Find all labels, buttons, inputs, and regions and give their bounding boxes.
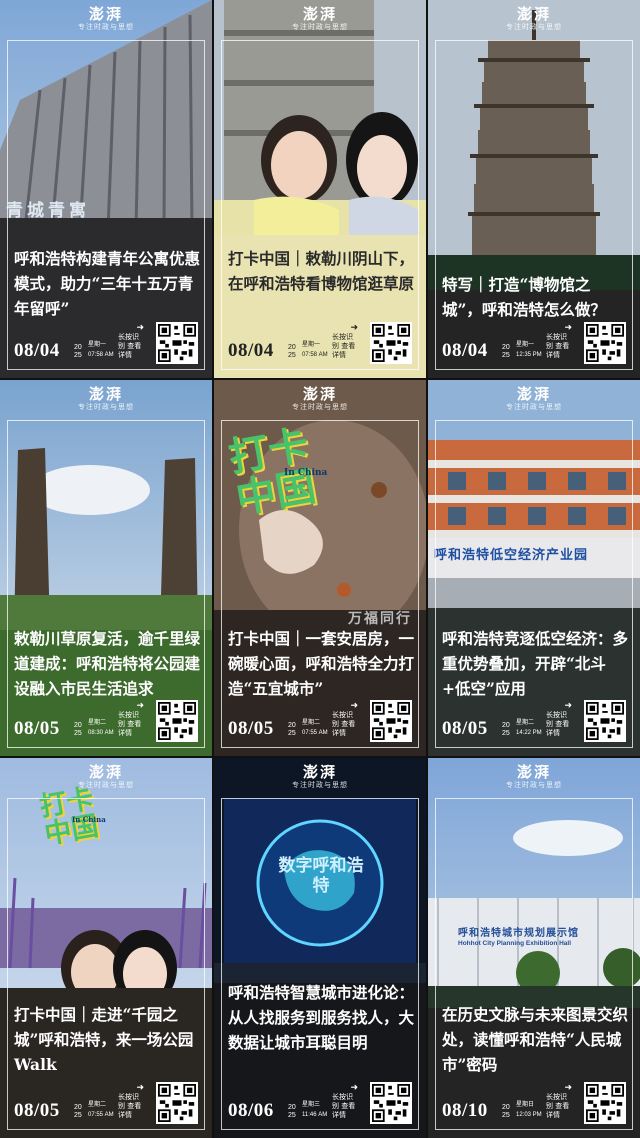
card-footer: 08/10 20 25 星期日 12:03 PM ➜ 长按识别 查看详情 (440, 1078, 628, 1128)
card-footer: 08/04 20 25 星期一 12:35 PM ➜ 长按识别 查看详情 (440, 318, 628, 368)
qr-code-icon[interactable] (156, 700, 198, 742)
publish-weekday-time: 星期一 07:58 AM (88, 342, 114, 358)
thepaper-logo: 澎湃 专注时政与思想 (78, 385, 134, 411)
publish-year: 20 25 (74, 344, 82, 359)
publish-date: 08/05 (442, 718, 488, 739)
article-headline[interactable]: 打卡中国｜敕勒川阴山下，在呼和浩特看博物馆逛草原 (228, 246, 416, 296)
card-footer: 08/05 20 25 星期二 07:55 AM ➜ 长按识别 查看详情 (12, 1078, 200, 1128)
qr-code-icon[interactable] (370, 322, 412, 364)
thepaper-logo: 澎湃 专注时政与思想 (506, 5, 562, 31)
publish-weekday-time: 星期一 07:58 AM (302, 342, 328, 358)
article-card[interactable]: 呼和浩特城市规划展示馆 Hohhot City Planning Exhibit… (428, 758, 640, 1138)
article-card[interactable]: 打卡中国 In China 澎湃 专注时政与思想 打卡中国｜走进“千园之城”呼和浩… (0, 758, 212, 1138)
shop-sign: 万福同行 (348, 611, 412, 627)
park-sign: 呼和浩特低空经济产业园 (434, 548, 589, 563)
thepaper-logo: 澎湃 专注时政与思想 (78, 763, 134, 789)
card-footer: 08/04 20 25 星期一 07:58 AM ➜ 长按识别 查看详情 (226, 318, 414, 368)
publish-weekday-time: 星期二 07:55 AM (88, 1102, 114, 1118)
thepaper-logo: 澎湃 专注时政与思想 (292, 5, 348, 31)
publish-year: 20 25 (288, 344, 296, 359)
arrow-icon: ➜ (136, 323, 144, 333)
hall-sign-cn: 呼和浩特城市规划展示馆 (458, 928, 579, 939)
card-footer: 08/06 20 25 星期三 11:46 AM ➜ 长按识别 查看详情 (226, 1078, 414, 1128)
long-press-hint: 长按识别 查看详情 (332, 333, 356, 359)
qr-code-icon[interactable] (584, 322, 626, 364)
digital-city-title: 数字呼和浩特 (278, 856, 364, 896)
article-card[interactable]: 澎湃 专注时政与思想 特写｜打造“博物馆之城”，呼和浩特怎么做？ 08/04 20… (428, 0, 640, 378)
article-card[interactable]: 澎湃 专注时政与思想 打卡中国｜敕勒川阴山下，在呼和浩特看博物馆逛草原 08/04… (214, 0, 426, 378)
article-headline[interactable]: 敕勒川草原复活，逾千里绿道建成：呼和浩特将公园建设融入市民生活追求 (14, 626, 202, 701)
publish-year: 20 25 (502, 1104, 510, 1119)
long-press-hint: 长按识别 查看详情 (118, 711, 142, 737)
publish-weekday-time: 星期二 14:22 PM (516, 720, 542, 736)
article-grid: 青城青寓 澎湃 专注时政与思想 呼和浩特构建青年公寓优惠模式，助力“三年十五万青年… (0, 0, 640, 1138)
publish-date: 08/05 (14, 1100, 60, 1121)
hall-sign-en: Hohhot City Planning Exhibition Hall (458, 940, 572, 947)
in-china-stamp-sub: In China (284, 468, 328, 478)
qr-code-icon[interactable] (370, 1082, 412, 1124)
arrow-icon: ➜ (564, 701, 572, 711)
publish-year: 20 25 (74, 722, 82, 737)
card-footer: 08/05 20 25 星期二 07:55 AM ➜ 长按识别 查看详情 (226, 696, 414, 746)
arrow-icon: ➜ (350, 1083, 358, 1093)
long-press-hint: 长按识别 查看详情 (118, 1093, 142, 1119)
publish-year: 20 25 (288, 722, 296, 737)
arrow-icon: ➜ (564, 323, 572, 333)
qr-code-icon[interactable] (156, 1082, 198, 1124)
card-footer: 08/04 20 25 星期一 07:58 AM ➜ 长按识别 查看详情 (12, 318, 200, 368)
arrow-icon: ➜ (350, 323, 358, 333)
card-footer: 08/05 20 25 星期二 08:30 AM ➜ 长按识别 查看详情 (12, 696, 200, 746)
publish-weekday-time: 星期日 12:03 PM (516, 1102, 542, 1118)
publish-date: 08/05 (228, 718, 274, 739)
publish-year: 20 25 (288, 1104, 296, 1119)
arrow-icon: ➜ (136, 701, 144, 711)
arrow-icon: ➜ (136, 1083, 144, 1093)
building-sign: 青城青寓 (6, 201, 90, 221)
article-card[interactable]: 青城青寓 澎湃 专注时政与思想 呼和浩特构建青年公寓优惠模式，助力“三年十五万青年… (0, 0, 212, 378)
article-headline[interactable]: 呼和浩特竞逐低空经济：多重优势叠加，开辟“北斗+低空”应用 (442, 626, 630, 701)
article-card[interactable]: 数字呼和浩特 澎湃 专注时政与思想 呼和浩特智慧城市进化论：从人找服务到服务找人，… (214, 758, 426, 1138)
long-press-hint: 长按识别 查看详情 (332, 1093, 356, 1119)
article-headline[interactable]: 特写｜打造“博物馆之城”，呼和浩特怎么做？ (442, 272, 630, 322)
qr-code-icon[interactable] (584, 700, 626, 742)
publish-date: 08/05 (14, 718, 60, 739)
qr-code-icon[interactable] (584, 1082, 626, 1124)
long-press-hint: 长按识别 查看详情 (332, 711, 356, 737)
arrow-icon: ➜ (564, 1083, 572, 1093)
arrow-icon: ➜ (350, 701, 358, 711)
publish-year: 20 25 (74, 1104, 82, 1119)
article-headline[interactable]: 呼和浩特智慧城市进化论：从人找服务到服务找人，大数据让城市耳聪目明 (228, 980, 416, 1055)
in-china-stamp-sub: In China (72, 815, 106, 824)
publish-weekday-time: 星期二 07:55 AM (302, 720, 328, 736)
thepaper-logo: 澎湃 专注时政与思想 (292, 385, 348, 411)
qr-code-icon[interactable] (370, 700, 412, 742)
publish-year: 20 25 (502, 344, 510, 359)
article-headline[interactable]: 打卡中国｜一套安居房，一碗暖心面，呼和浩特全力打造“五宜城市” (228, 626, 416, 701)
qr-code-icon[interactable] (156, 322, 198, 364)
publish-weekday-time: 星期三 11:46 AM (302, 1102, 328, 1118)
long-press-hint: 长按识别 查看详情 (546, 333, 570, 359)
article-headline[interactable]: 呼和浩特构建青年公寓优惠模式，助力“三年十五万青年留呼” (14, 246, 202, 321)
long-press-hint: 长按识别 查看详情 (546, 1093, 570, 1119)
thepaper-logo: 澎湃 专注时政与思想 (78, 5, 134, 31)
article-card[interactable]: 澎湃 专注时政与思想 敕勒川草原复活，逾千里绿道建成：呼和浩特将公园建设融入市民生… (0, 380, 212, 756)
publish-date: 08/04 (442, 340, 488, 361)
long-press-hint: 长按识别 查看详情 (118, 333, 142, 359)
thepaper-logo: 澎湃 专注时政与思想 (506, 763, 562, 789)
thepaper-logo: 澎湃 专注时政与思想 (506, 385, 562, 411)
publish-date: 08/04 (228, 340, 274, 361)
article-card[interactable]: 打卡中国 In China 万福同行 澎湃 专注时政与思想 打卡中国｜一套安居房，… (214, 380, 426, 756)
article-card[interactable]: 呼和浩特低空经济产业园 澎湃 专注时政与思想 呼和浩特竞逐低空经济：多重优势叠加，… (428, 380, 640, 756)
thepaper-logo: 澎湃 专注时政与思想 (292, 763, 348, 789)
publish-date: 08/04 (14, 340, 60, 361)
article-headline[interactable]: 在历史文脉与未来图景交织处，读懂呼和浩特“人民城市”密码 (442, 1002, 630, 1077)
card-footer: 08/05 20 25 星期二 14:22 PM ➜ 长按识别 查看详情 (440, 696, 628, 746)
publish-date: 08/10 (442, 1100, 488, 1121)
article-headline[interactable]: 打卡中国｜走进“千园之城”呼和浩特，来一场公园Walk (14, 1002, 202, 1077)
publish-date: 08/06 (228, 1100, 274, 1121)
long-press-hint: 长按识别 查看详情 (546, 711, 570, 737)
publish-year: 20 25 (502, 722, 510, 737)
publish-weekday-time: 星期二 08:30 AM (88, 720, 114, 736)
publish-weekday-time: 星期一 12:35 PM (516, 342, 542, 358)
